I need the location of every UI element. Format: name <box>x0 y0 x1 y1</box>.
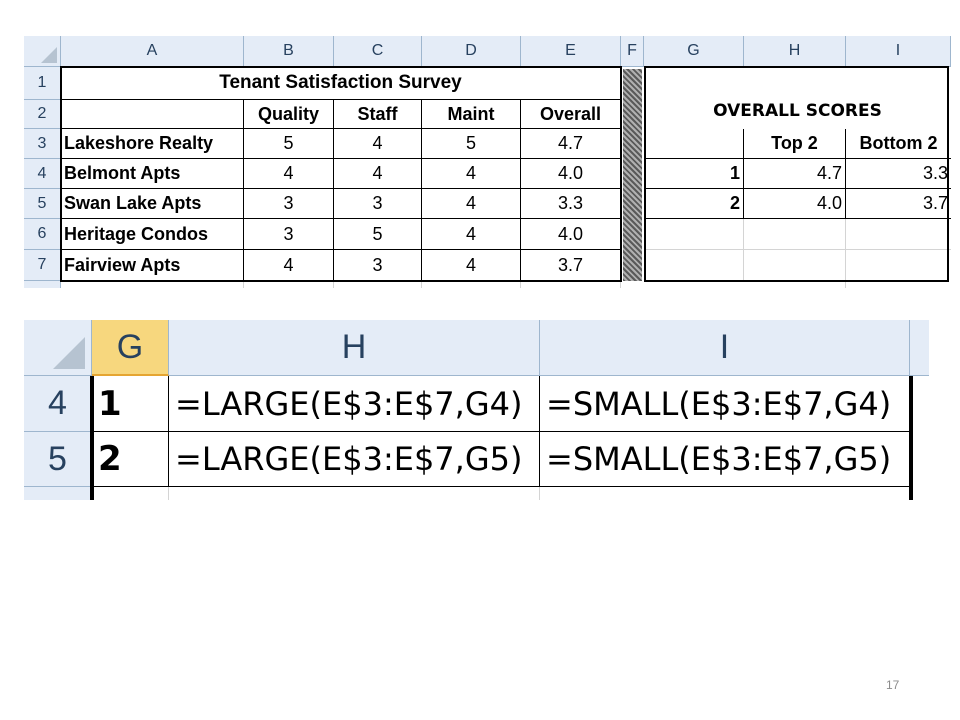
row-header-6[interactable]: 6 <box>24 219 61 250</box>
overall-cell[interactable]: 3.3 <box>521 189 621 219</box>
row-header-2[interactable]: 2 <box>24 100 61 129</box>
row-header-6[interactable] <box>24 487 92 500</box>
right-border-line <box>909 376 913 500</box>
row-header-4[interactable]: 4 <box>24 376 92 432</box>
cell-h6[interactable] <box>744 219 846 250</box>
overall-scores-title[interactable]: OVERALL SCORES <box>644 67 951 129</box>
header-maint[interactable]: Maint <box>422 100 521 129</box>
header-overall[interactable]: Overall <box>521 100 621 129</box>
row-label[interactable]: Fairview Apts <box>61 250 244 281</box>
row-header-4[interactable]: 4 <box>24 159 61 189</box>
bottom-score-cell[interactable]: 3.3 <box>846 159 951 189</box>
overall-cell[interactable]: 4.7 <box>521 129 621 159</box>
maint-cell[interactable]: 4 <box>422 159 521 189</box>
staff-cell[interactable]: 3 <box>334 189 422 219</box>
column-header-b[interactable]: B <box>244 36 334 67</box>
small-formula-cell[interactable]: =SMALL(E$3:E$7,G5) <box>540 432 910 487</box>
quality-cell[interactable]: 4 <box>244 250 334 281</box>
row-label[interactable]: Heritage Condos <box>61 219 244 250</box>
spreadsheet-formula-view: G H I 4 5 1 =LARGE(E$3:E$7,G4) =SMALL(E$… <box>24 320 929 500</box>
staff-cell[interactable]: 4 <box>334 129 422 159</box>
header-staff[interactable]: Staff <box>334 100 422 129</box>
quality-cell[interactable]: 4 <box>244 159 334 189</box>
column-header-g[interactable]: G <box>644 36 744 67</box>
cell-a8[interactable] <box>61 281 244 288</box>
column-header-h[interactable]: H <box>744 36 846 67</box>
cell-g3[interactable] <box>644 129 744 159</box>
cell-i6[interactable] <box>540 487 910 500</box>
survey-title[interactable]: Tenant Satisfaction Survey <box>61 67 621 100</box>
column-header-e[interactable]: E <box>521 36 621 67</box>
column-header-i[interactable]: I <box>846 36 951 67</box>
cell-g6[interactable] <box>644 219 744 250</box>
rank-cell[interactable]: 2 <box>92 432 169 487</box>
cell-h6[interactable] <box>169 487 540 500</box>
cell-c8[interactable] <box>334 281 422 288</box>
row-label[interactable]: Lakeshore Realty <box>61 129 244 159</box>
maint-cell[interactable]: 4 <box>422 219 521 250</box>
maint-cell[interactable]: 4 <box>422 189 521 219</box>
maint-cell[interactable]: 5 <box>422 129 521 159</box>
select-all-triangle-icon <box>41 47 57 63</box>
column-header-a[interactable]: A <box>61 36 244 67</box>
overall-cell[interactable]: 3.7 <box>521 250 621 281</box>
cell-d8[interactable] <box>422 281 521 288</box>
maint-cell[interactable]: 4 <box>422 250 521 281</box>
row-header-8[interactable] <box>24 281 61 288</box>
row-header-5[interactable]: 5 <box>24 432 92 487</box>
cell-h8[interactable] <box>744 281 846 288</box>
top-score-cell[interactable]: 4.0 <box>744 189 846 219</box>
cell-h7[interactable] <box>744 250 846 281</box>
staff-cell[interactable]: 4 <box>334 159 422 189</box>
cell-b8[interactable] <box>244 281 334 288</box>
row-header-3[interactable]: 3 <box>24 129 61 159</box>
select-all-corner[interactable] <box>24 36 61 67</box>
quality-cell[interactable]: 5 <box>244 129 334 159</box>
overall-cell[interactable]: 4.0 <box>521 219 621 250</box>
quality-cell[interactable]: 3 <box>244 189 334 219</box>
row-header-1[interactable]: 1 <box>24 67 61 100</box>
top-score-cell[interactable]: 4.7 <box>744 159 846 189</box>
rank-cell[interactable]: 2 <box>644 189 744 219</box>
select-all-corner[interactable] <box>24 320 92 376</box>
large-formula-cell[interactable]: =LARGE(E$3:E$7,G4) <box>169 376 540 432</box>
cell-g6[interactable] <box>92 487 169 500</box>
staff-cell[interactable]: 3 <box>334 250 422 281</box>
column-header-f[interactable]: F <box>621 36 644 67</box>
large-formula-cell[interactable]: =LARGE(E$3:E$7,G5) <box>169 432 540 487</box>
row-header-7[interactable]: 7 <box>24 250 61 281</box>
cell-g7[interactable] <box>644 250 744 281</box>
column-header-g[interactable]: G <box>92 320 169 376</box>
row-label[interactable]: Swan Lake Apts <box>61 189 244 219</box>
header-bottom-2[interactable]: Bottom 2 <box>846 129 951 159</box>
column-header-c[interactable]: C <box>334 36 422 67</box>
rank-cell[interactable]: 1 <box>92 376 169 432</box>
header-top-2[interactable]: Top 2 <box>744 129 846 159</box>
cell-i6[interactable] <box>846 219 951 250</box>
page-number: 17 <box>886 678 900 692</box>
column-header-d[interactable]: D <box>422 36 521 67</box>
quality-cell[interactable]: 3 <box>244 219 334 250</box>
cell-a2[interactable] <box>61 100 244 129</box>
rank-cell[interactable]: 1 <box>644 159 744 189</box>
staff-cell[interactable]: 5 <box>334 219 422 250</box>
row-header-5[interactable]: 5 <box>24 189 61 219</box>
cell-i7[interactable] <box>846 250 951 281</box>
bottom-score-cell[interactable]: 3.7 <box>846 189 951 219</box>
left-border-line <box>90 376 94 500</box>
small-formula-cell[interactable]: =SMALL(E$3:E$7,G4) <box>540 376 910 432</box>
row-label[interactable]: Belmont Apts <box>61 159 244 189</box>
spreadsheet-top: A B C D E F G H I 1 2 3 4 5 6 7 Tenant S… <box>24 36 951 288</box>
column-header-next[interactable] <box>910 320 929 376</box>
select-all-triangle-icon <box>53 337 85 369</box>
frozen-pane-divider[interactable] <box>623 69 642 281</box>
column-header-h[interactable]: H <box>169 320 540 376</box>
overall-cell[interactable]: 4.0 <box>521 159 621 189</box>
column-header-i[interactable]: I <box>540 320 910 376</box>
header-quality[interactable]: Quality <box>244 100 334 129</box>
cell-e8[interactable] <box>521 281 621 288</box>
cell-i8[interactable] <box>846 281 951 288</box>
